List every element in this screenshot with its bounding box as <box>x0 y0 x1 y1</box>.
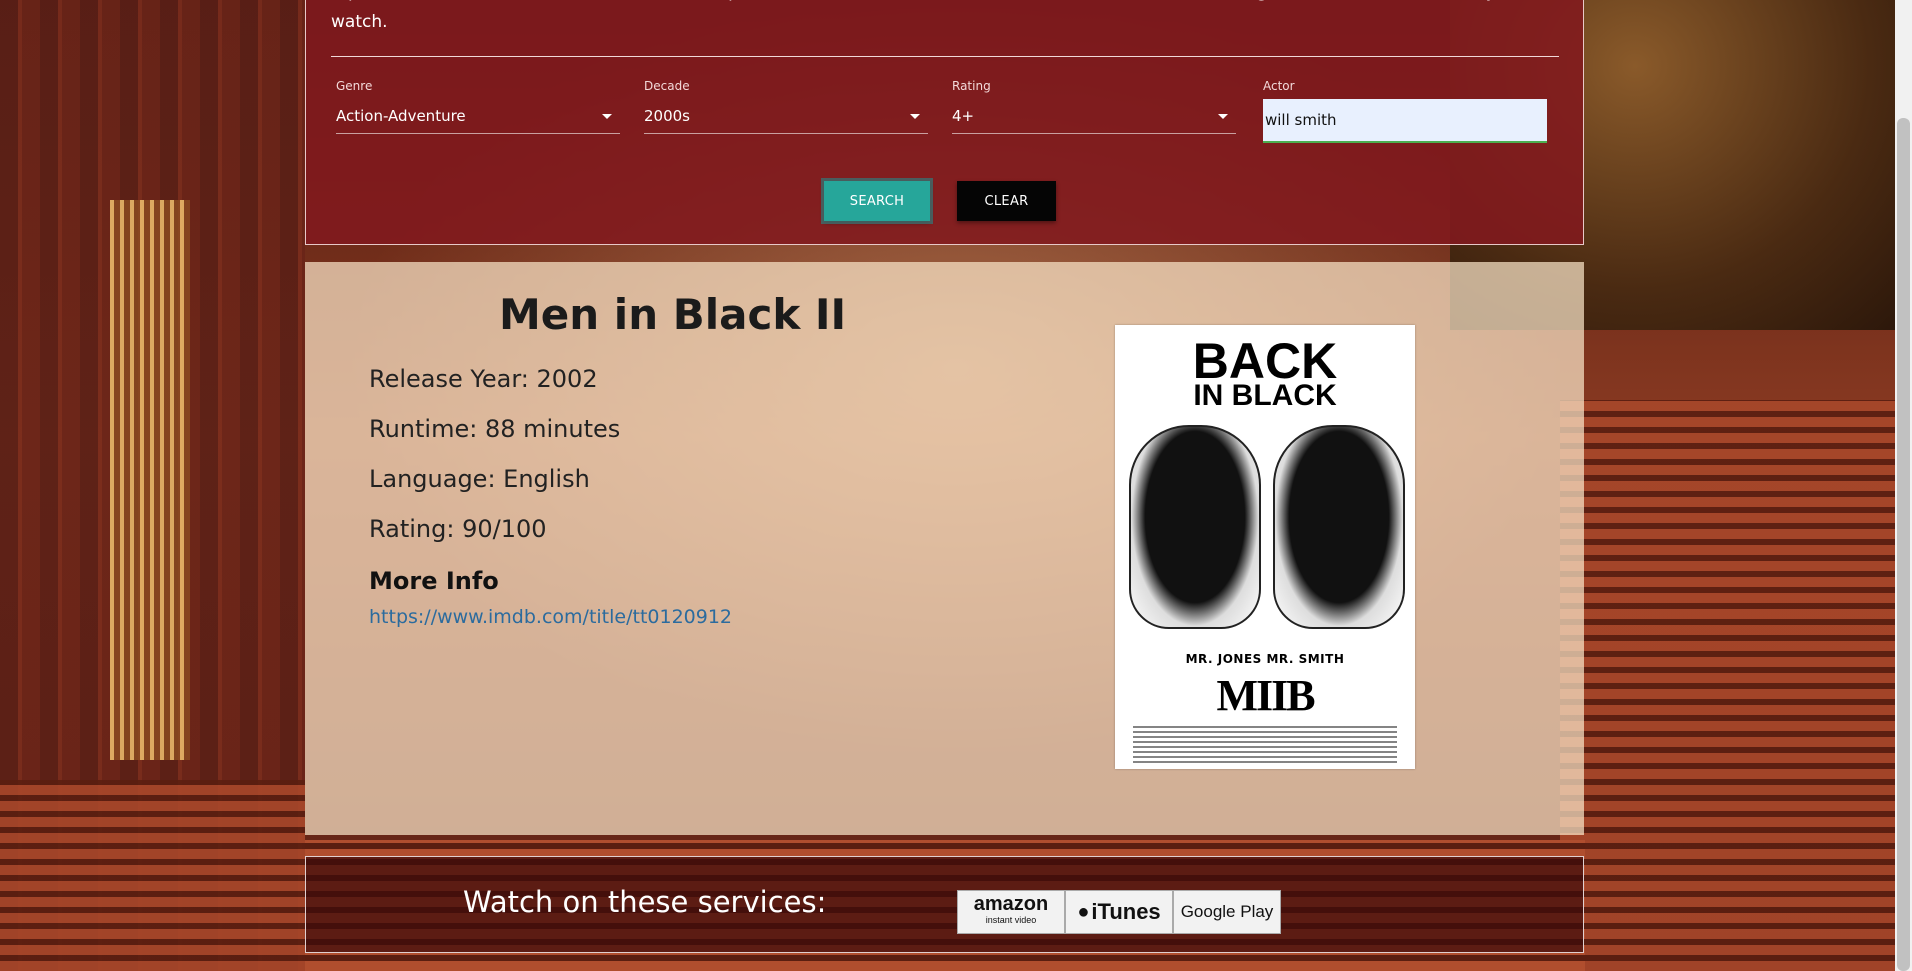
movie-title: Men in Black II <box>499 290 847 339</box>
caret-down-icon <box>602 114 612 119</box>
itunes-label: iTunes <box>1091 899 1161 924</box>
rating-field: Rating 4+ <box>952 79 1236 134</box>
runtime: Runtime: 88 minutes <box>369 415 621 443</box>
more-info-heading: More Info <box>369 567 499 595</box>
rating-value: 4+ <box>952 107 975 125</box>
caret-down-icon <box>1218 114 1228 119</box>
google-play-service-button[interactable]: Google Play <box>1173 890 1281 934</box>
rating-select[interactable]: 4+ <box>952 99 1236 134</box>
decade-select[interactable]: 2000s <box>644 99 928 134</box>
caret-down-icon <box>910 114 920 119</box>
movie-poster: BACK IN BLACK MR. JONES MR. SMITH MIIB <box>1115 325 1415 769</box>
poster-credits <box>1133 723 1397 763</box>
theatre-seats-right <box>1560 400 1912 971</box>
search-panel: …phenomenon of "Netflix and Scroll." Tha… <box>305 0 1584 245</box>
google-play-label: Google Play <box>1180 902 1274 921</box>
genre-field: Genre Action-Adventure <box>336 79 620 134</box>
streaming-services: Watch on these services: amazon instant … <box>305 856 1584 953</box>
poster-headline-1: BACK <box>1192 333 1338 389</box>
itunes-service-button[interactable]: ● iTunes <box>1065 890 1173 934</box>
actor-label: Actor <box>1263 79 1295 93</box>
poster-figure-right <box>1273 425 1405 629</box>
genre-value: Action-Adventure <box>336 107 466 125</box>
search-button[interactable]: SEARCH <box>821 178 933 224</box>
actor-field: Actor <box>1263 79 1547 143</box>
scrollbar-thumb[interactable] <box>1897 118 1910 971</box>
theatre-seats-left <box>0 780 305 971</box>
genre-select[interactable]: Action-Adventure <box>336 99 620 134</box>
divider <box>331 56 1559 57</box>
theatre-column <box>110 200 190 760</box>
poster-logo: MIIB <box>1216 671 1315 720</box>
clear-button[interactable]: CLEAR <box>957 181 1056 221</box>
amazon-service-button[interactable]: amazon instant video <box>957 890 1065 934</box>
apple-icon: ● <box>1077 900 1090 923</box>
language: Language: English <box>369 465 590 493</box>
decade-field: Decade 2000s <box>644 79 928 134</box>
scrollbar[interactable] <box>1895 0 1912 971</box>
services-label: Watch on these services: <box>463 885 827 919</box>
poster-headline-2: IN BLACK <box>1193 379 1337 412</box>
actor-input[interactable] <box>1263 99 1547 143</box>
rating: Rating: 90/100 <box>369 515 547 543</box>
rating-label: Rating <box>952 79 991 93</box>
genre-label: Genre <box>336 79 373 93</box>
decade-label: Decade <box>644 79 690 93</box>
poster-figure-left <box>1129 425 1261 629</box>
movie-result-card: Men in Black II Release Year: 2002 Runti… <box>305 262 1584 835</box>
intro-text: …phenomenon of "Netflix and Scroll." Tha… <box>331 0 1540 32</box>
release-year: Release Year: 2002 <box>369 365 598 393</box>
poster-names: MR. JONES MR. SMITH <box>1185 652 1345 666</box>
amazon-subtitle: instant video <box>985 915 1037 925</box>
decade-value: 2000s <box>644 107 690 125</box>
imdb-link[interactable]: https://www.imdb.com/title/tt0120912 <box>369 606 732 628</box>
